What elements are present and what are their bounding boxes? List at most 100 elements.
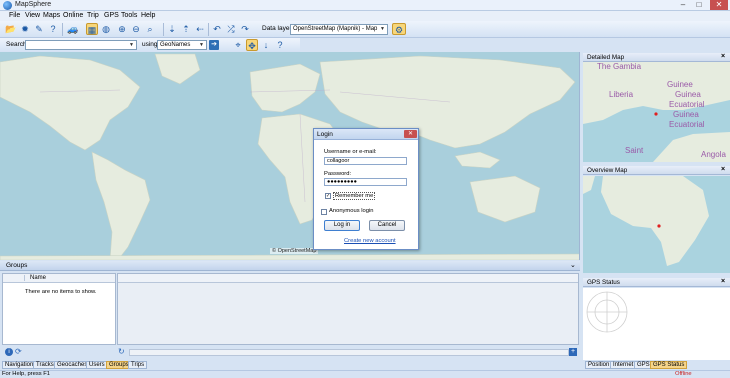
minimize-button[interactable]: – xyxy=(676,0,690,10)
earth-icon[interactable]: ◍ xyxy=(100,23,112,35)
map-label: Saint xyxy=(625,146,644,155)
log-in-button[interactable]: Log in xyxy=(324,220,360,231)
overview-map[interactable] xyxy=(583,176,730,273)
pin-icon[interactable]: ↓ xyxy=(260,39,272,51)
edit-pen-icon[interactable]: ✎ xyxy=(33,23,45,35)
close-icon[interactable]: × xyxy=(721,53,725,60)
map-label: The Gambia xyxy=(597,62,642,71)
search-input[interactable]: ▼ xyxy=(25,40,137,50)
search-provider-value: GeoNames xyxy=(160,42,191,48)
connection-status: Offline xyxy=(675,371,692,377)
redo-icon[interactable]: ↷ xyxy=(239,23,251,35)
menu-tools[interactable]: Tools xyxy=(118,11,140,21)
world-map-graphic xyxy=(0,53,579,260)
toolbar-separator xyxy=(62,23,63,36)
menu-trip[interactable]: Trip xyxy=(84,11,102,21)
download-icon[interactable]: ⇣ xyxy=(166,23,178,35)
status-bar: For Help, press F1 Offline xyxy=(0,370,730,378)
groups-title: Groups xyxy=(6,262,28,269)
settings-icon[interactable]: ✹ xyxy=(19,23,31,35)
zoom-out-icon[interactable]: ⊖ xyxy=(130,23,142,35)
search-toolbar: Search ▼ using GeoNames ▼ ➔ ⌖ ✥ ↓ ? xyxy=(0,38,300,52)
detail-header xyxy=(118,274,578,283)
password-field[interactable]: ●●●●●●●●● xyxy=(324,178,407,186)
marker-icon[interactable]: ⌖ xyxy=(232,39,244,51)
overview-map-title: Overview Map xyxy=(587,167,628,174)
car-icon[interactable]: 🚙 xyxy=(67,23,79,35)
close-button[interactable]: ✕ xyxy=(710,0,728,10)
login-title: Login xyxy=(317,131,333,138)
refresh-icon[interactable]: ⟳ xyxy=(15,347,22,356)
chevron-down-icon: ▼ xyxy=(199,42,204,48)
data-layer-select[interactable]: OpenStreetMap (Mapnik) - Map ▼ xyxy=(290,24,388,35)
tab-position[interactable]: Position xyxy=(585,361,613,369)
username-field[interactable]: collagoor xyxy=(324,157,407,165)
upload-icon[interactable]: ⇡ xyxy=(180,23,192,35)
title-bar: MapSphere – □ ✕ xyxy=(0,0,730,11)
groups-footer: i ⟳ ↻ + xyxy=(0,346,580,359)
overview-map-header: Overview Map × xyxy=(583,166,730,175)
status-help-text: For Help, press F1 xyxy=(2,371,50,377)
column-name-header[interactable]: Name xyxy=(30,275,46,281)
open-folder-icon[interactable]: 📂 xyxy=(5,23,17,35)
chevron-down-icon: ▼ xyxy=(380,26,385,32)
map-icon[interactable]: ▦ xyxy=(86,23,98,35)
map-label: Angola xyxy=(701,150,726,159)
close-icon[interactable]: × xyxy=(721,166,725,173)
menu-file[interactable]: File xyxy=(6,11,23,21)
cancel-button[interactable]: Cancel xyxy=(369,220,405,231)
search-go-button[interactable]: ➔ xyxy=(209,40,219,50)
zoom-in-icon[interactable]: ⊕ xyxy=(116,23,128,35)
menu-help[interactable]: Help xyxy=(138,11,158,21)
help-icon[interactable]: ? xyxy=(47,23,59,35)
menu-bar: File View Maps Online Trip GPS Tools Hel… xyxy=(0,11,730,21)
groups-list[interactable]: Name There are no items to show. xyxy=(2,273,116,345)
anonymous-login-checkbox[interactable] xyxy=(321,209,327,215)
detailed-map-graphic xyxy=(583,62,730,162)
arrow-left-icon[interactable]: ⇠ xyxy=(194,23,206,35)
gps-status-title: GPS Status xyxy=(587,279,620,286)
anonymous-login-label[interactable]: Anonymous login xyxy=(329,208,373,214)
remember-me-checkbox[interactable]: ✓ xyxy=(325,193,331,199)
progress-bar xyxy=(129,349,569,356)
add-icon[interactable]: + xyxy=(569,348,577,356)
map-label: Guinea xyxy=(675,90,701,99)
gps-status-header: GPS Status × xyxy=(583,278,730,287)
groups-detail-area xyxy=(117,273,579,345)
cycle-icon[interactable]: ⤮ xyxy=(225,23,237,35)
toolbar-separator xyxy=(163,23,164,36)
detailed-map-header: Detailed Map × xyxy=(583,53,730,62)
tab-users[interactable]: Users xyxy=(86,361,108,369)
map-attribution[interactable]: © OpenStreetMap xyxy=(270,248,319,254)
list-header-spacer xyxy=(5,275,25,281)
sync-icon[interactable]: ↻ xyxy=(118,347,125,356)
tab-geocaches[interactable]: Geocaches xyxy=(54,361,91,369)
undo-icon[interactable]: ↶ xyxy=(211,23,223,35)
tab-trips[interactable]: Trips xyxy=(128,361,148,369)
remember-me-label[interactable]: Remember me xyxy=(333,192,376,200)
main-toolbar: 📂 ✹ ✎ ? 🚙 ▦ ◍ ⊕ ⊖ ⌕ ⇣ ⇡ ⇠ ↶ ⤮ ↷ Data lay… xyxy=(0,21,730,38)
menu-online[interactable]: Online xyxy=(60,11,86,21)
detailed-map[interactable]: The Gambia Guinee Liberia Guinea Ecuator… xyxy=(583,62,730,162)
map-label: Ecuatorial xyxy=(669,100,705,109)
crosshair-icon[interactable]: ✥ xyxy=(246,39,258,51)
chevron-down-icon[interactable]: ⌄ xyxy=(570,261,576,269)
tab-gps-status[interactable]: GPS Status xyxy=(650,361,688,369)
login-close-button[interactable]: ✕ xyxy=(404,130,417,138)
tab-internet[interactable]: Internet xyxy=(610,361,637,369)
data-layer-label: Data layer: xyxy=(262,25,294,32)
search-provider-select[interactable]: GeoNames ▼ xyxy=(157,40,207,50)
layer-options-icon[interactable]: ⚙ xyxy=(392,23,406,35)
help-icon[interactable]: ? xyxy=(274,39,286,51)
main-map[interactable]: © OpenStreetMap xyxy=(0,52,580,260)
tab-navigation[interactable]: Navigation xyxy=(2,361,37,369)
login-dialog: Login ✕ Username or e-mail: collagoor Pa… xyxy=(313,128,419,250)
info-icon[interactable]: i xyxy=(5,348,13,356)
maximize-button[interactable]: □ xyxy=(692,0,706,10)
zoom-fit-icon[interactable]: ⌕ xyxy=(144,23,156,35)
login-title-bar: Login ✕ xyxy=(314,129,418,140)
create-account-link[interactable]: Create new account xyxy=(344,238,396,244)
close-icon[interactable]: × xyxy=(721,278,725,285)
map-label: Liberia xyxy=(609,90,634,99)
empty-list-message: There are no items to show. xyxy=(25,289,97,295)
